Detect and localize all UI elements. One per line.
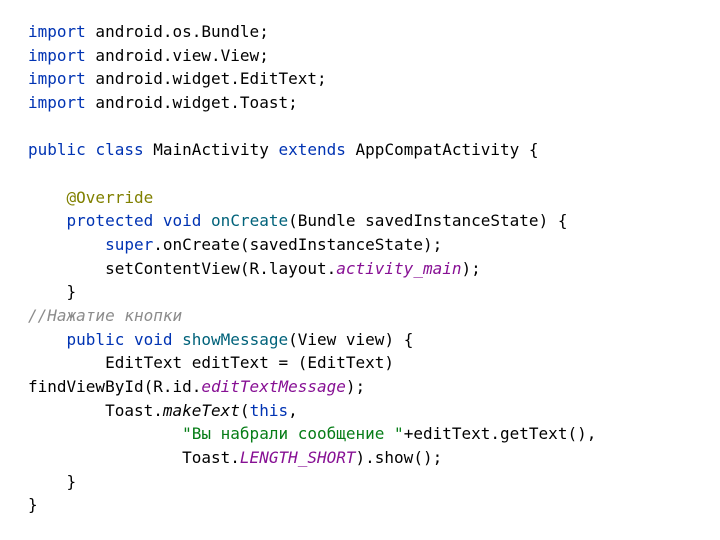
comment: //Нажатие кнопки [28, 306, 182, 325]
code-text: Toast. [105, 401, 163, 420]
code-text: setContentView(R.layout. [105, 259, 336, 278]
code-text: MainActivity [144, 140, 279, 159]
indent [28, 472, 67, 491]
keyword-public: public [67, 330, 125, 349]
code-text [86, 140, 96, 159]
keyword-import: import [28, 22, 86, 41]
code-text: (Bundle savedInstanceState) { [288, 211, 567, 230]
indent [28, 259, 105, 278]
keyword-void: void [163, 211, 202, 230]
keyword-super: super [105, 235, 153, 254]
keyword-import: import [28, 93, 86, 112]
indent [28, 188, 67, 207]
indent [28, 401, 105, 420]
string-literal: "Вы набрали сообщение " [182, 424, 404, 443]
code-block: import android.os.Bundle; import android… [28, 20, 692, 517]
keyword-void: void [134, 330, 173, 349]
code-text: android.os.Bundle; [86, 22, 269, 41]
code-text: findViewById(R.id. [28, 377, 201, 396]
code-text: ( [240, 401, 250, 420]
code-text: android.view.View; [86, 46, 269, 65]
field-ref: editTextMessage [201, 377, 346, 396]
code-text: ); [461, 259, 480, 278]
code-text: Toast. [182, 448, 240, 467]
brace: } [28, 495, 38, 514]
indent [28, 448, 182, 467]
code-text: android.widget.EditText; [86, 69, 327, 88]
keyword-this: this [250, 401, 289, 420]
indent [28, 235, 105, 254]
code-text: (View view) { [288, 330, 413, 349]
code-text [173, 330, 183, 349]
keyword-public: public [28, 140, 86, 159]
indent [28, 424, 182, 443]
code-text: AppCompatActivity { [346, 140, 539, 159]
code-text: .onCreate(savedInstanceState); [153, 235, 442, 254]
keyword-import: import [28, 69, 86, 88]
brace: } [67, 472, 77, 491]
code-text: ).show(); [356, 448, 443, 467]
indent [28, 282, 67, 301]
keyword-import: import [28, 46, 86, 65]
indent [28, 211, 67, 230]
code-text: EditText editText = (EditText) [105, 353, 404, 372]
static-method: makeText [163, 401, 240, 420]
code-text: +editText.getText(), [404, 424, 597, 443]
field-ref: LENGTH_SHORT [240, 448, 356, 467]
code-text: ); [346, 377, 365, 396]
code-text [201, 211, 211, 230]
code-text [153, 211, 163, 230]
indent [28, 330, 67, 349]
code-text: , [288, 401, 298, 420]
field-ref: activity_main [336, 259, 461, 278]
indent [28, 353, 105, 372]
code-text: android.widget.Toast; [86, 93, 298, 112]
method-name: onCreate [211, 211, 288, 230]
annotation-override: @Override [67, 188, 154, 207]
code-text [124, 330, 134, 349]
keyword-extends: extends [278, 140, 345, 159]
keyword-class: class [95, 140, 143, 159]
brace: } [67, 282, 77, 301]
keyword-protected: protected [67, 211, 154, 230]
method-name: showMessage [182, 330, 288, 349]
